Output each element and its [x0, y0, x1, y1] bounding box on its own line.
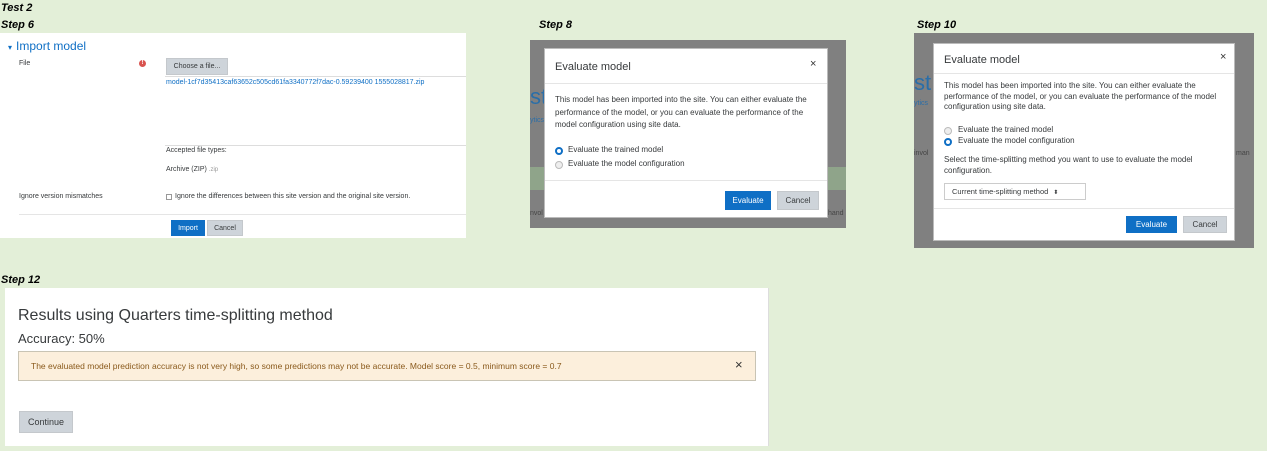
dialog-footer-divider — [934, 208, 1234, 209]
test-label: Test 2 — [1, 2, 33, 14]
bg-heading-fragment: st — [914, 70, 932, 95]
dialog-title: Evaluate model — [944, 54, 1020, 66]
import-model-legend[interactable]: ▾ Import model — [8, 39, 86, 53]
bg-row-fragment-right: man — [1236, 150, 1250, 157]
accuracy-warning-alert: The evaluated model prediction accuracy … — [18, 351, 756, 381]
accuracy-text: Accuracy: 50% — [18, 331, 105, 346]
close-icon[interactable]: × — [1220, 51, 1226, 63]
accepted-types-label: Accepted file types: — [166, 147, 227, 154]
dialog-header-divider — [934, 73, 1234, 74]
import-model-legend-text: Import model — [16, 39, 87, 53]
evaluate-model-dialog: Evaluate model × This model has been imp… — [544, 48, 828, 218]
evaluate-button[interactable]: Evaluate — [1126, 216, 1177, 233]
dialog-cancel-button[interactable]: Cancel — [1183, 216, 1227, 233]
close-icon[interactable]: × — [810, 58, 816, 70]
dialog-title: Evaluate model — [555, 61, 631, 73]
dialog-footer-divider — [545, 180, 827, 181]
dialog-body-text: This model has been imported into the si… — [944, 81, 1217, 111]
ignore-version-checkbox[interactable] — [166, 194, 172, 200]
step-8-backdrop: st ytics nvol hand Evaluate model × This… — [530, 40, 846, 228]
file-label: File — [19, 60, 31, 67]
select-arrows-icon: ⬍ — [1053, 190, 1059, 196]
dialog-header-divider — [545, 83, 827, 84]
accepted-type-value: Archive (ZIP) .zip — [166, 166, 219, 173]
radio-model-config-label[interactable]: Evaluate the model configuration — [568, 158, 685, 171]
close-icon[interactable]: × — [735, 357, 743, 372]
bg-link-fragment: ytics — [914, 100, 928, 107]
step-12-label: Step 12 — [1, 274, 41, 286]
radio-trained-model[interactable] — [555, 147, 563, 155]
ignore-version-label: Ignore version mismatches — [19, 193, 103, 200]
step-10-label: Step 10 — [917, 19, 957, 31]
bg-row-fragment-right: hand — [828, 210, 844, 217]
radio-trained-model[interactable] — [944, 127, 952, 135]
required-icon: ! — [139, 60, 146, 67]
radio-trained-model-label[interactable]: Evaluate the trained model — [568, 144, 663, 157]
chevron-down-icon: ▾ — [8, 43, 13, 52]
bg-link-fragment: ytics — [530, 117, 544, 124]
results-heading: Results using Quarters time-splitting me… — [18, 307, 333, 324]
form-divider — [19, 214, 466, 215]
uploaded-file-link[interactable]: model-1cf7d35413caf63652c505cd61fa334077… — [166, 79, 424, 86]
step-8-label: Step 8 — [539, 19, 573, 31]
time-split-select[interactable]: Current time-splitting method ⬍ — [944, 183, 1086, 200]
radio-model-config[interactable] — [944, 138, 952, 146]
choose-file-button[interactable]: Choose a file... — [166, 58, 228, 75]
step-10-backdrop: st ytics invol man Evaluate model × This… — [914, 33, 1254, 248]
import-model-panel: ▾ Import model File ! Choose a file... mo… — [0, 33, 466, 238]
dialog-cancel-button[interactable]: Cancel — [777, 191, 819, 210]
import-button[interactable]: Import — [171, 220, 205, 236]
alert-text: The evaluated model prediction accuracy … — [31, 361, 562, 371]
evaluate-model-dialog-time-split: Evaluate model × This model has been imp… — [933, 43, 1235, 241]
step-6-label: Step 6 — [1, 19, 35, 31]
bg-row-fragment-left: nvol — [530, 210, 543, 217]
evaluate-button[interactable]: Evaluate — [725, 191, 771, 210]
results-panel: Results using Quarters time-splitting me… — [5, 288, 769, 446]
ignore-version-checkbox-label: Ignore the differences between this site… — [175, 193, 411, 200]
radio-model-config[interactable] — [555, 161, 563, 169]
continue-button[interactable]: Continue — [19, 411, 73, 433]
file-dropzone[interactable]: model-1cf7d35413caf63652c505cd61fa334077… — [165, 76, 466, 146]
dialog-body-text: This model has been imported into the si… — [555, 95, 807, 129]
radio-model-config-label[interactable]: Evaluate the model configuration — [958, 135, 1075, 148]
time-split-label: Select the time-splitting method you wan… — [944, 155, 1193, 175]
import-cancel-button[interactable]: Cancel — [207, 220, 243, 236]
bg-row-fragment-left: invol — [914, 150, 929, 157]
